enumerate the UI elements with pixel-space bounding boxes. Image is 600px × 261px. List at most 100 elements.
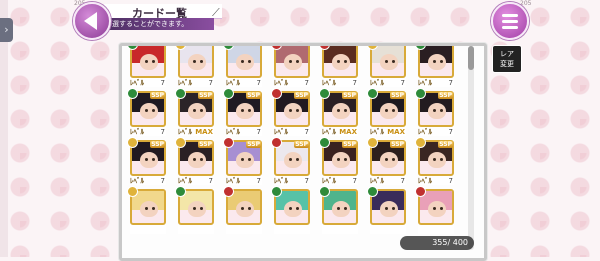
card-level: ﾚﾍﾞﾙ 7 xyxy=(418,177,453,185)
rarity-change-label-1: レア xyxy=(500,50,514,58)
scrollbar-thumb[interactable] xyxy=(468,46,474,70)
rank-badge: SSP xyxy=(390,92,405,99)
rank-badge: SSP xyxy=(246,92,261,99)
card-level: ﾚﾍﾞﾙ 7 xyxy=(370,79,405,87)
card-tile[interactable]: ﾚﾍﾞﾙ 7 xyxy=(175,46,214,87)
card-level: ﾚﾍﾞﾙ 7 xyxy=(274,177,309,185)
element-icon xyxy=(223,186,234,197)
card-level: ﾚﾍﾞﾙ 7 xyxy=(418,128,453,136)
back-button[interactable] xyxy=(73,2,111,40)
card-tile[interactable]: SSP ﾚﾍﾞﾙ 7 xyxy=(223,88,262,136)
card-tile[interactable]: SSP ﾚﾍﾞﾙ 7 xyxy=(223,137,262,185)
header-title-bar: カードー覧 選することができます。 xyxy=(104,4,222,30)
card-level: ﾚﾍﾞﾙ 7 xyxy=(370,177,405,185)
card-tile[interactable] xyxy=(271,186,310,234)
card-list-panel: ﾚﾍﾞﾙ 7 ﾚﾍﾞﾙ 7 ﾚﾍﾞﾙ 7 ﾚﾍﾞﾙ 7 ﾚﾍﾞﾙ 7 ﾚﾍﾞﾙ 7 ﾚﾍﾞﾙ 7 SSP ﾚﾍ… xyxy=(119,43,487,261)
card-level: ﾚﾍﾞﾙ MAX xyxy=(322,128,357,136)
element-icon xyxy=(175,186,186,197)
card-tile[interactable]: SSP ﾚﾍﾞﾙ 7 xyxy=(415,137,454,185)
rarity-change-label-2: 変更 xyxy=(500,60,514,68)
element-icon xyxy=(415,137,426,148)
card-tile[interactable]: SSP ﾚﾍﾞﾙ 7 xyxy=(175,137,214,185)
rank-badge: SSP xyxy=(294,141,309,148)
side-drawer-tab[interactable]: › xyxy=(0,18,13,42)
rank-badge: SSP xyxy=(246,141,261,148)
card-tile[interactable]: SSP ﾚﾍﾞﾙ MAX xyxy=(367,88,406,136)
rank-badge: SSP xyxy=(294,92,309,99)
card-tile[interactable] xyxy=(223,186,262,234)
element-icon xyxy=(175,88,186,99)
card-tile[interactable] xyxy=(175,186,214,234)
element-icon xyxy=(127,88,138,99)
menu-button[interactable] xyxy=(491,2,529,40)
card-tile[interactable]: ﾚﾍﾞﾙ 7 xyxy=(415,46,454,87)
card-tile[interactable] xyxy=(127,186,166,234)
element-icon xyxy=(127,186,138,197)
card-tile[interactable] xyxy=(319,186,358,234)
card-tile[interactable]: SSP ﾚﾍﾞﾙ 7 xyxy=(271,88,310,136)
card-level: ﾚﾍﾞﾙ 7 xyxy=(130,177,165,185)
card-level: ﾚﾍﾞﾙ MAX xyxy=(370,128,405,136)
element-icon xyxy=(271,186,282,197)
element-icon xyxy=(319,88,330,99)
rank-badge: SSP xyxy=(438,92,453,99)
element-icon xyxy=(271,88,282,99)
element-icon xyxy=(223,88,234,99)
card-tile[interactable]: ﾚﾍﾞﾙ 7 xyxy=(223,46,262,87)
rarity-change-button[interactable]: レア 変更 xyxy=(492,45,522,73)
card-tile[interactable] xyxy=(367,186,406,234)
element-icon xyxy=(415,186,426,197)
rank-badge: SSP xyxy=(390,141,405,148)
rank-badge: SSP xyxy=(150,92,165,99)
menu-icon xyxy=(502,13,518,17)
card-tile[interactable]: SSP ﾚﾍﾞﾙ 7 xyxy=(367,137,406,185)
card-tile[interactable]: SSP ﾚﾍﾞﾙ MAX xyxy=(319,88,358,136)
rank-badge: SSP xyxy=(342,92,357,99)
card-tile[interactable]: ﾚﾍﾞﾙ 7 xyxy=(319,46,358,87)
card-level: ﾚﾍﾞﾙ 7 xyxy=(274,128,309,136)
card-tile[interactable]: SSP ﾚﾍﾞﾙ 7 xyxy=(319,137,358,185)
sword-decoration-icon: ⟋ xyxy=(212,6,220,19)
rank-badge: SSP xyxy=(438,141,453,148)
card-tile[interactable]: SSP ﾚﾍﾞﾙ 7 xyxy=(127,137,166,185)
element-icon xyxy=(319,186,330,197)
card-level: ﾚﾍﾞﾙ 7 xyxy=(322,177,357,185)
rank-badge: SSP xyxy=(150,141,165,148)
element-icon xyxy=(367,137,378,148)
element-icon xyxy=(127,137,138,148)
rank-badge: SSP xyxy=(198,141,213,148)
card-level: ﾚﾍﾞﾙ 7 xyxy=(130,79,165,87)
card-tile[interactable] xyxy=(415,186,454,234)
element-icon xyxy=(319,137,330,148)
back-arrow-icon xyxy=(84,12,97,30)
chevron-right-icon: › xyxy=(4,23,9,36)
card-tile[interactable]: SSP ﾚﾍﾞﾙ 7 xyxy=(271,137,310,185)
card-level: ﾚﾍﾞﾙ 7 xyxy=(178,177,213,185)
card-level: ﾚﾍﾞﾙ MAX xyxy=(178,128,213,136)
page-subtitle: 選することができます。 xyxy=(112,20,189,28)
card-level: ﾚﾍﾞﾙ 7 xyxy=(226,128,261,136)
card-count-text: 355/ 400 xyxy=(432,238,468,247)
card-level: ﾚﾍﾞﾙ 7 xyxy=(418,79,453,87)
element-icon xyxy=(367,186,378,197)
rank-badge: SSP xyxy=(198,92,213,99)
element-icon xyxy=(415,88,426,99)
card-tile[interactable]: SSP ﾚﾍﾞﾙ MAX xyxy=(175,88,214,136)
card-tile[interactable]: ﾚﾍﾞﾙ 7 xyxy=(127,46,166,87)
element-icon xyxy=(271,137,282,148)
element-icon xyxy=(367,88,378,99)
card-count-badge: 355/ 400 xyxy=(400,236,474,250)
card-level: ﾚﾍﾞﾙ 7 xyxy=(226,79,261,87)
card-level: ﾚﾍﾞﾙ 7 xyxy=(130,128,165,136)
card-level: ﾚﾍﾞﾙ 7 xyxy=(274,79,309,87)
element-icon xyxy=(223,137,234,148)
card-level: ﾚﾍﾞﾙ 7 xyxy=(178,79,213,87)
card-level: ﾚﾍﾞﾙ 7 xyxy=(226,177,261,185)
scrollbar[interactable] xyxy=(468,46,474,250)
card-tile[interactable]: SSP ﾚﾍﾞﾙ 7 xyxy=(127,88,166,136)
card-tile[interactable]: SSP ﾚﾍﾞﾙ 7 xyxy=(415,88,454,136)
card-tile[interactable]: ﾚﾍﾞﾙ 7 xyxy=(367,46,406,87)
rank-badge: SSP xyxy=(342,141,357,148)
card-level: ﾚﾍﾞﾙ 7 xyxy=(322,79,357,87)
card-tile[interactable]: ﾚﾍﾞﾙ 7 xyxy=(271,46,310,87)
